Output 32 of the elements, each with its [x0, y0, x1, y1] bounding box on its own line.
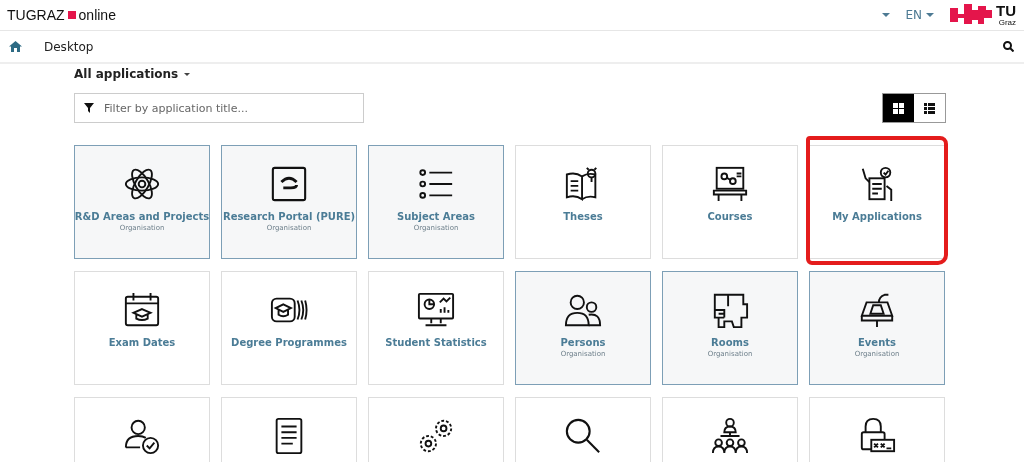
- application-tile[interactable]: Courses: [662, 145, 798, 259]
- floor-plan-icon: [711, 291, 749, 329]
- home-icon[interactable]: [9, 41, 22, 52]
- section-title: All applications: [74, 67, 179, 81]
- brand-text: online: [78, 7, 116, 23]
- search-icon[interactable]: [1003, 41, 1014, 52]
- application-tile[interactable]: Student Statistics: [368, 271, 504, 385]
- group-icon: [711, 417, 749, 455]
- brand-text: TUGRAZ: [7, 7, 65, 23]
- calendar-cap-icon: [123, 291, 161, 329]
- user-check-icon: [123, 417, 161, 455]
- language-selector[interactable]: EN: [905, 8, 934, 22]
- filter-field[interactable]: Filter by application title...: [74, 93, 364, 123]
- list-view-icon: [924, 102, 935, 114]
- application-tile[interactable]: Degree Programmes: [221, 271, 357, 385]
- portal-logo-icon: [270, 165, 308, 203]
- lectern-icon: [858, 291, 896, 329]
- grid-view-icon: [893, 102, 904, 114]
- brand-square-icon: [67, 11, 76, 19]
- filter-icon: [84, 103, 94, 113]
- application-tile[interactable]: Theses: [515, 145, 651, 259]
- monitor-chart-icon: [417, 291, 455, 329]
- whiteboard-icon: [711, 165, 749, 203]
- lock-password-icon: [858, 417, 896, 455]
- application-tile[interactable]: Exam Dates: [74, 271, 210, 385]
- application-tile[interactable]: My Applications: [809, 145, 945, 259]
- search-icon: [564, 417, 602, 455]
- page-title: Desktop: [44, 39, 94, 54]
- user-menu-caret-icon[interactable]: [882, 13, 891, 17]
- grid-view-button[interactable]: [883, 94, 914, 122]
- gears-icon: [417, 417, 455, 455]
- caret-icon[interactable]: [184, 72, 191, 76]
